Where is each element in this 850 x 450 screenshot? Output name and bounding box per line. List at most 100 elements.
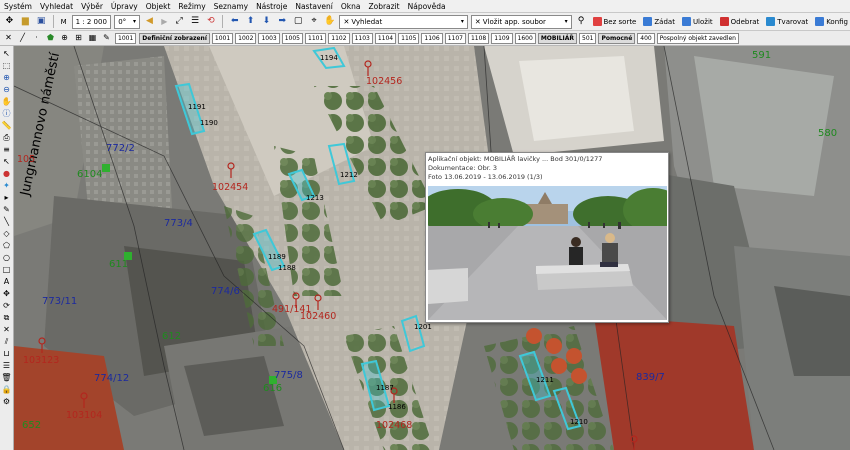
circle-icon[interactable]: ○ xyxy=(1,252,12,263)
ulozit-button[interactable]: Uložit xyxy=(680,15,715,29)
draw-line-icon[interactable]: ╱ xyxy=(17,33,28,44)
grid-icon[interactable]: ▦ xyxy=(87,33,98,44)
layer-toggle[interactable]: 1106 xyxy=(421,32,443,44)
rectangle-icon[interactable]: □ xyxy=(1,264,12,275)
layer-toggle[interactable]: 1101 xyxy=(305,32,327,44)
pencil-icon[interactable]: ✎ xyxy=(1,204,12,215)
layers-icon[interactable]: ≡ xyxy=(1,144,12,155)
search-combo[interactable]: ✕ Vyhledat ▾ xyxy=(339,14,468,29)
arrow-right-icon[interactable]: ➡ xyxy=(276,15,289,28)
folder-icon[interactable]: ▆ xyxy=(19,15,32,28)
layer-toggle[interactable]: 1104 xyxy=(374,32,397,44)
menu-item[interactable]: Okna xyxy=(341,2,361,11)
scale-select[interactable]: 1 : 2 000▾ xyxy=(71,14,112,29)
layer-toggle[interactable]: 400 xyxy=(637,32,655,44)
layer-toggle[interactable]: Definiční zobrazení xyxy=(139,32,210,44)
line-icon[interactable]: ╲ xyxy=(1,216,12,227)
window-icon[interactable]: ▢ xyxy=(292,15,305,28)
menu-item[interactable]: Seznamy xyxy=(214,2,248,11)
arrow-up-icon[interactable]: ⬆ xyxy=(244,15,257,28)
menu-item[interactable]: Systém xyxy=(4,2,32,11)
layer-mode-button[interactable]: 1001 xyxy=(115,32,137,44)
layer-toggle[interactable]: 1001 xyxy=(211,32,234,44)
layer-toggle[interactable]: 1005 xyxy=(281,32,304,44)
clear-icon[interactable]: ✕ xyxy=(343,18,349,26)
vertex-icon[interactable]: ◇ xyxy=(1,228,12,239)
measure-icon[interactable]: 📏 xyxy=(1,120,12,131)
close-icon[interactable]: ✕ xyxy=(3,33,14,44)
pan-icon[interactable]: ✋ xyxy=(1,96,12,107)
menu-item[interactable]: Nápověda xyxy=(408,2,446,11)
snap-icon[interactable]: ⊕ xyxy=(59,33,70,44)
settings-icon[interactable]: ⚙ xyxy=(1,396,12,407)
arrow-down-icon[interactable]: ⬇ xyxy=(260,15,273,28)
copy-icon[interactable]: ⧉ xyxy=(1,312,12,323)
info-icon[interactable]: ⓘ xyxy=(1,108,12,119)
save-icon[interactable]: ▣ xyxy=(35,15,48,28)
zoom-out-icon[interactable]: ⊖ xyxy=(1,84,12,95)
layer-toggle[interactable]: Pospolný objekt zavedlen xyxy=(656,32,739,44)
zoom-in-icon[interactable]: ⊕ xyxy=(1,72,12,83)
select-arrow-icon[interactable]: ↖ xyxy=(1,156,12,167)
split-icon[interactable]: ⫽ xyxy=(1,336,12,347)
popup-photo[interactable] xyxy=(428,186,667,320)
clear-icon[interactable]: ✕ xyxy=(475,18,481,26)
gps-icon[interactable]: ✦ xyxy=(1,180,12,191)
rotate-icon[interactable]: ⟳ xyxy=(1,300,12,311)
layer-toggle[interactable]: 1109 xyxy=(491,32,513,44)
odebrat-button[interactable]: Odebrat xyxy=(718,15,762,29)
lock-icon[interactable]: 🔒 xyxy=(1,384,12,395)
draw-point-icon[interactable]: · xyxy=(31,33,42,44)
measure-icon[interactable]: ⊞ xyxy=(73,33,84,44)
layer-toggle[interactable]: 1108 xyxy=(467,32,490,44)
polygon-icon[interactable]: ⬟ xyxy=(45,33,56,44)
pointer-icon[interactable]: ✥ xyxy=(3,15,16,28)
back-arrow-icon[interactable]: ◀ xyxy=(143,15,156,28)
layer-toggle[interactable]: 1102 xyxy=(328,32,350,44)
feature-popup[interactable]: Aplikační objekt: MOBILIÁŘ lavičky ... B… xyxy=(425,152,669,323)
file-type-combo[interactable]: ✕ Vložit app. soubor ▾ xyxy=(470,14,572,29)
select-arrow-icon[interactable]: ↖ xyxy=(1,48,12,59)
layer-toggle[interactable]: Pomocné xyxy=(598,32,636,44)
attribute-icon[interactable]: ☰ xyxy=(1,360,12,371)
menu-item[interactable]: Výběr xyxy=(81,2,103,11)
layer-toggle[interactable]: 1002 xyxy=(235,32,257,44)
delete-icon[interactable]: ✕ xyxy=(1,324,12,335)
forward-arrow-icon[interactable]: ▶ xyxy=(159,16,170,27)
zadat-button[interactable]: Zádat xyxy=(641,15,677,29)
layer-toggle[interactable]: 1600 xyxy=(514,32,536,44)
menu-item[interactable]: Zobrazit xyxy=(368,2,399,11)
menu-item[interactable]: Úpravy xyxy=(111,2,138,11)
menu-item[interactable]: Objekt xyxy=(146,2,171,11)
merge-icon[interactable]: ⊔ xyxy=(1,348,12,359)
refresh-icon[interactable]: ⟲ xyxy=(204,15,217,28)
menu-item[interactable]: Režimy xyxy=(178,2,205,11)
menu-item[interactable]: Nastavení xyxy=(295,2,333,11)
konfig-button[interactable]: Konfig xyxy=(813,15,850,29)
layer-toggle[interactable]: 501 xyxy=(579,32,597,44)
menu-item[interactable]: Vyhledat xyxy=(40,2,73,11)
link-icon[interactable]: ⚲ xyxy=(575,15,588,28)
navigate-icon[interactable]: ⌖ xyxy=(308,15,321,28)
edit-icon[interactable]: ✎ xyxy=(101,33,112,44)
tvarovat-button[interactable]: Tvarovat xyxy=(764,15,810,29)
rotation-select[interactable]: 0° ▾ xyxy=(114,14,140,29)
arrow-right-icon[interactable]: ▸ xyxy=(1,192,12,203)
point-icon[interactable]: ● xyxy=(1,168,12,179)
layer-toggle[interactable]: 1003 xyxy=(258,32,280,44)
hand-icon[interactable]: ✋ xyxy=(323,15,336,28)
bezsortz-button[interactable]: Bez sorte xyxy=(591,15,639,29)
trash-icon[interactable]: 🗑 xyxy=(1,372,12,383)
zoom-extent-icon[interactable]: ⤢ xyxy=(173,15,186,28)
layer-toggle[interactable]: MOBILIÁŘ xyxy=(537,32,578,44)
layer-toggle[interactable]: 1103 xyxy=(351,32,373,44)
menu-item[interactable]: Nástroje xyxy=(256,2,287,11)
print-icon[interactable]: ⎙ xyxy=(1,132,12,143)
polygon-icon[interactable]: ⬠ xyxy=(1,240,12,251)
pan-icon[interactable]: ☰ xyxy=(189,15,202,28)
select-box-icon[interactable]: ⬚ xyxy=(1,60,12,71)
map-canvas[interactable]: Jungmannovo náměstí 102456 102454 102460… xyxy=(14,46,850,450)
layer-toggle[interactable]: 1107 xyxy=(444,32,466,44)
text-icon[interactable]: A xyxy=(1,276,12,287)
arrow-left-icon[interactable]: ⬅ xyxy=(228,15,241,28)
